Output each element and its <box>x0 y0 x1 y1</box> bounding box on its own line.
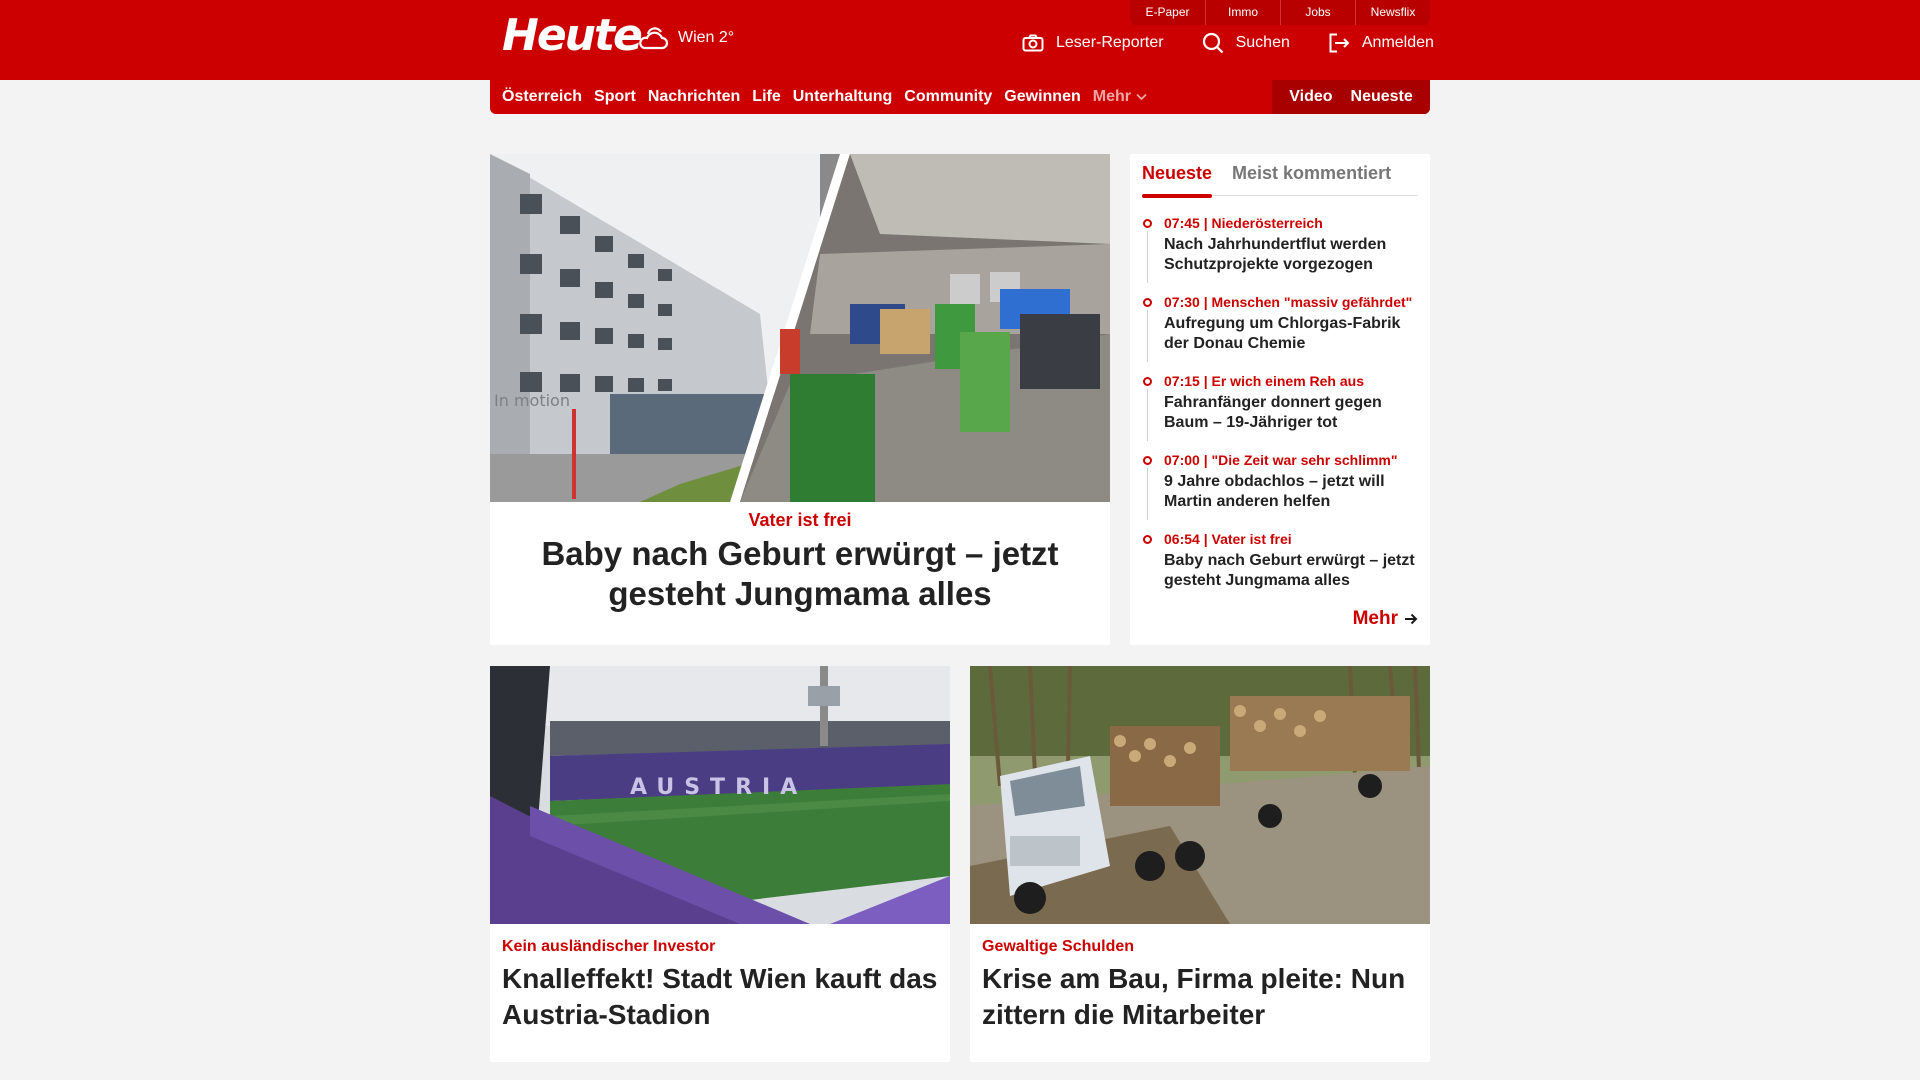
article-card-bau[interactable]: Gewaltige Schulden Krise am Bau, Firma p… <box>970 666 1430 1062</box>
card-title[interactable]: Knalleffekt! Stadt Wien kauft das Austri… <box>502 961 938 1033</box>
arrow-right-icon <box>1405 613 1418 625</box>
chevron-down-icon <box>1136 93 1147 101</box>
timeline-line <box>1147 310 1148 362</box>
feed-item-meta: 07:45 | Niederösterreich <box>1164 215 1323 231</box>
nav-item-sport[interactable]: Sport <box>594 88 636 106</box>
timeline-line <box>1147 231 1148 283</box>
stadium-image-text: AUSTRIA <box>630 775 807 800</box>
login-label: Anmelden <box>1361 34 1434 51</box>
tab-neueste[interactable]: Neueste <box>1142 162 1213 198</box>
feed-item-meta: 07:30 | Menschen "massiv gefährdet" <box>1164 294 1413 310</box>
feed-item[interactable]: 07:30 | Menschen "massiv gefährdet" Aufr… <box>1142 293 1418 372</box>
card-kicker: Kein ausländischer Investor <box>502 938 716 955</box>
search-button[interactable]: Suchen <box>1202 32 1290 54</box>
service-link-jobs[interactable]: Jobs <box>1280 0 1355 25</box>
search-icon <box>1202 32 1223 54</box>
cloud-sun-icon <box>639 27 669 50</box>
feed-item-meta: 07:15 | Er wich einem Reh aus <box>1164 373 1364 389</box>
login-icon <box>1329 33 1350 53</box>
news-feed: 07:45 | Niederösterreich Nach Jahrhunder… <box>1142 214 1418 609</box>
sidebar-more-link[interactable]: Mehr <box>1353 608 1418 630</box>
feed-item[interactable]: 07:00 | "Die Zeit war sehr schlimm" 9 Ja… <box>1142 451 1418 530</box>
sidebar-tabs: Neueste Meist kommentiert <box>1142 162 1418 198</box>
article-card-stadion[interactable]: AUSTRIA Kein ausländischer Investor Knal… <box>490 666 950 1062</box>
feed-item[interactable]: 07:45 | Niederösterreich Nach Jahrhunder… <box>1142 214 1418 293</box>
camera-icon <box>1022 34 1044 52</box>
stadium-photo: AUSTRIA <box>490 666 950 924</box>
timeline-dot-icon <box>1143 535 1152 544</box>
feed-item-title: Fahranfänger donnert gegen Baum – 19-Jäh… <box>1164 394 1382 431</box>
leser-reporter-label: Leser-Reporter <box>1056 34 1164 51</box>
hero-title[interactable]: Baby nach Geburt erwürgt – jetzt gesteht… <box>530 534 1070 614</box>
tab-meist-kommentiert[interactable]: Meist kommentiert <box>1232 162 1391 196</box>
nav-more-dropdown[interactable]: Mehr <box>1093 88 1147 106</box>
feed-item-title: Nach Jahrhundertflut werden Schutzprojek… <box>1164 236 1387 273</box>
weather-widget[interactable]: Wien 2° <box>638 24 734 52</box>
timeline-dot-icon <box>1143 298 1152 307</box>
nav-item-oesterreich[interactable]: Österreich <box>502 88 582 106</box>
nav-item-nachrichten[interactable]: Nachrichten <box>648 88 740 106</box>
feed-item[interactable]: 07:15 | Er wich einem Reh aus Fahranfäng… <box>1142 372 1418 451</box>
nav-item-gewinnen[interactable]: Gewinnen <box>1004 88 1080 106</box>
feed-item-title: Baby nach Geburt erwürgt – jetzt gesteht… <box>1164 552 1415 589</box>
article-image[interactable] <box>970 666 1430 924</box>
search-label: Suchen <box>1235 34 1290 51</box>
nav-more-label: Mehr <box>1092 88 1131 105</box>
weather-text: Wien 2° <box>678 29 735 46</box>
card-title[interactable]: Krise am Bau, Firma pleite: Nun zittern … <box>982 961 1418 1033</box>
service-link-immo[interactable]: Immo <box>1205 0 1280 25</box>
sidebar-more-label: Mehr <box>1352 608 1398 629</box>
nav-video-link[interactable]: Video <box>1289 88 1332 106</box>
site-header: E-Paper Immo Jobs Newsflix Heute Wien 2°… <box>0 0 1920 80</box>
timeline-dot-icon <box>1143 219 1152 228</box>
timeline-dot-icon <box>1143 377 1152 386</box>
nav-right-links: Video Neueste <box>1272 80 1430 114</box>
site-logo[interactable]: Heute <box>502 10 643 61</box>
feed-item-meta: 06:54 | Vater ist frei <box>1164 531 1292 547</box>
leser-reporter-button[interactable]: Leser-Reporter <box>1022 34 1164 52</box>
hero-article[interactable]: In motion Vater ist frei Baby nach Gebur… <box>490 154 1110 645</box>
feed-item[interactable]: 06:54 | Vater ist frei Baby nach Geburt … <box>1142 530 1418 609</box>
hero-image-text: In motion <box>494 391 570 410</box>
news-sidebar: Neueste Meist kommentiert 07:45 | Nieder… <box>1130 154 1430 645</box>
timeline-line <box>1147 468 1148 520</box>
timeline-line <box>1147 389 1148 441</box>
timeline-dot-icon <box>1143 456 1152 465</box>
service-link-epaper[interactable]: E-Paper <box>1130 0 1205 25</box>
hero-image[interactable]: In motion <box>490 154 1110 502</box>
service-link-newsflix[interactable]: Newsflix <box>1355 0 1430 25</box>
nav-neueste-link[interactable]: Neueste <box>1351 88 1413 106</box>
login-button[interactable]: Anmelden <box>1328 33 1434 53</box>
feed-item-title: Aufregung um Chlorgas-Fabrik der Donau C… <box>1164 315 1401 352</box>
nav-item-community[interactable]: Community <box>904 88 992 106</box>
article-image[interactable]: AUSTRIA <box>490 666 950 924</box>
card-kicker: Gewaltige Schulden <box>982 938 1135 955</box>
main-navigation: Österreich Sport Nachrichten Life Unterh… <box>490 80 1430 114</box>
hero-photo: In motion <box>490 154 1110 502</box>
timber-truck-photo <box>970 666 1430 924</box>
service-links: E-Paper Immo Jobs Newsflix <box>1130 0 1430 25</box>
feed-item-meta: 07:00 | "Die Zeit war sehr schlimm" <box>1164 452 1398 468</box>
hero-kicker: Vater ist frei <box>748 510 852 530</box>
nav-item-life[interactable]: Life <box>752 88 780 106</box>
nav-item-unterhaltung[interactable]: Unterhaltung <box>793 88 893 106</box>
nav-items: Österreich Sport Nachrichten Life Unterh… <box>490 80 1159 114</box>
header-actions: Leser-Reporter Suchen Anmelden <box>1022 32 1434 54</box>
feed-item-title: 9 Jahre obdachlos – jetzt will Martin an… <box>1164 473 1385 510</box>
